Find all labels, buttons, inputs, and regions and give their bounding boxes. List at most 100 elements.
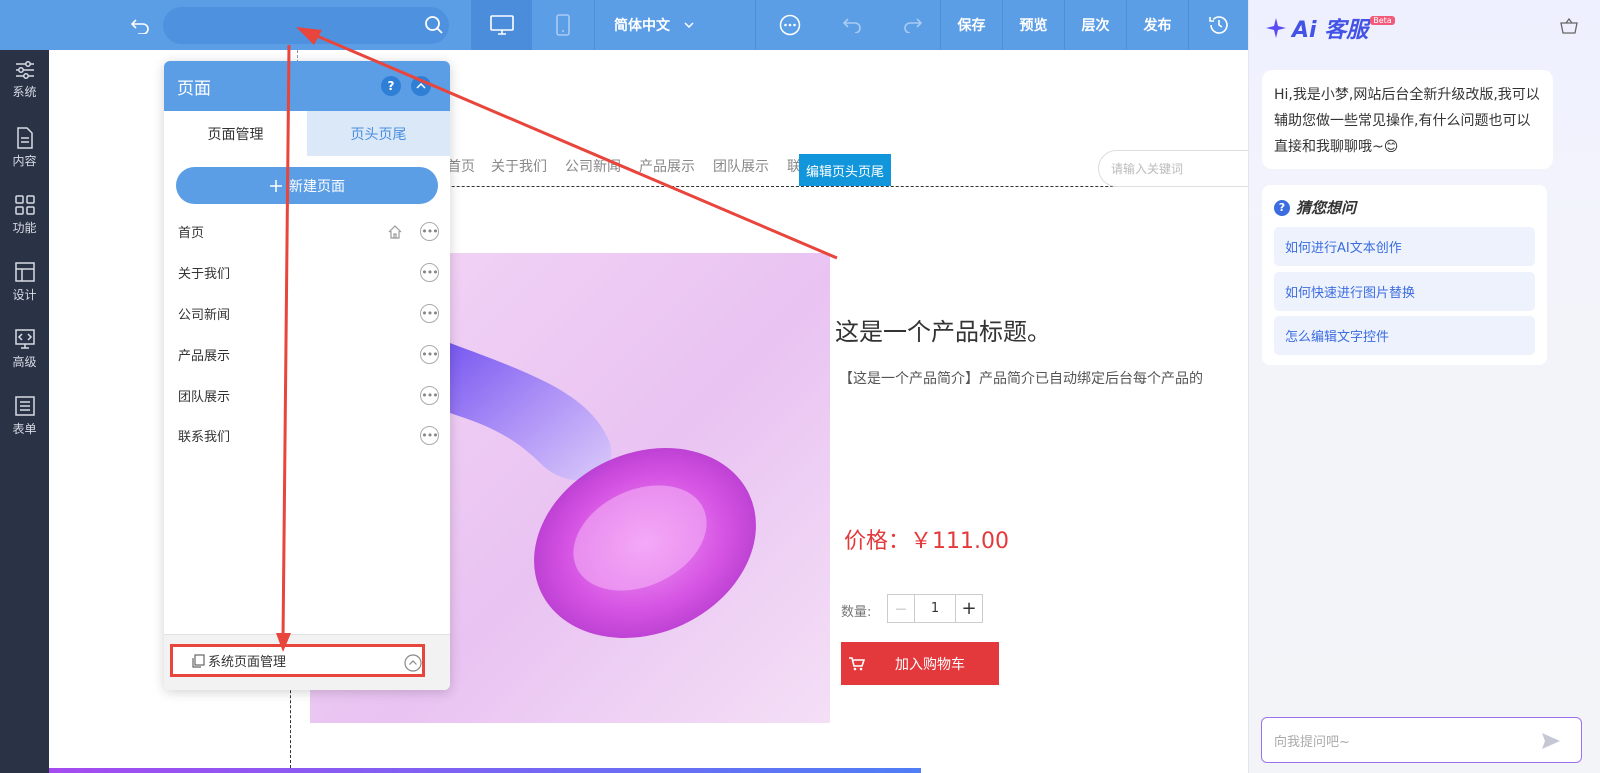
- mobile-view-icon[interactable]: [533, 0, 593, 50]
- more-icon[interactable]: •••: [420, 263, 439, 282]
- site-search-input[interactable]: 请输入关键词: [1098, 150, 1248, 187]
- basket-icon[interactable]: [1560, 18, 1578, 34]
- tab-page-management[interactable]: 页面管理: [164, 111, 307, 156]
- product-title: 这是一个产品标题。: [835, 318, 1051, 346]
- page-panel: 页面 ? 页面管理 页头页尾 新建页面 首页 ••• 关于我们 ••• 公司新闻…: [164, 61, 450, 690]
- sidebar-item-content[interactable]: 内容: [0, 127, 49, 187]
- page-list-item[interactable]: 关于我们 •••: [164, 252, 450, 293]
- quantity-input[interactable]: 1: [915, 595, 955, 622]
- layers-button[interactable]: 层次: [1065, 0, 1126, 50]
- progress-bar: [49, 768, 921, 773]
- sidebar-item-label: 设计: [12, 288, 37, 302]
- more-icon[interactable]: [770, 0, 810, 50]
- site-nav-link[interactable]: 公司新闻: [565, 156, 621, 176]
- page-list-item[interactable]: 首页 •••: [164, 211, 450, 252]
- chat-title: Ai 客服: [1292, 18, 1369, 43]
- quantity-increase-button[interactable]: +: [955, 595, 982, 622]
- product-price: 价格：￥111.00: [844, 529, 1009, 554]
- question-icon: ?: [1274, 199, 1290, 216]
- copy-icon: [192, 653, 205, 668]
- publish-button[interactable]: 发布: [1127, 0, 1188, 50]
- search-input[interactable]: [163, 7, 449, 44]
- sidebar-item-system[interactable]: 系统: [0, 60, 49, 120]
- page-list-item[interactable]: 产品展示 •••: [164, 334, 450, 375]
- suggestion-item[interactable]: 如何快速进行图片替换: [1274, 272, 1535, 311]
- suggestion-card: ? 猜您想问 如何进行AI文本创作 如何快速进行图片替换 怎么编辑文字控件: [1262, 185, 1547, 365]
- help-icon[interactable]: ?: [381, 76, 401, 96]
- system-page-management-label: 系统页面管理: [208, 655, 287, 670]
- plus-icon: [270, 179, 282, 192]
- desktop-view-icon[interactable]: [472, 0, 532, 50]
- undo-icon[interactable]: [832, 0, 872, 50]
- page-list-item[interactable]: 公司新闻 •••: [164, 293, 450, 334]
- preview-button[interactable]: 预览: [1003, 0, 1064, 50]
- more-icon[interactable]: •••: [420, 304, 439, 323]
- history-icon[interactable]: [1189, 0, 1248, 50]
- beta-badge: Beta: [1370, 15, 1395, 25]
- add-to-cart-button[interactable]: 加入购物车: [841, 642, 999, 685]
- chevron-down-icon: [684, 22, 694, 28]
- language-label: 简体中文: [614, 18, 670, 34]
- more-icon[interactable]: •••: [420, 345, 439, 364]
- sidebar-item-function[interactable]: 功能: [0, 194, 49, 254]
- left-sidebar: 系统 内容 功能 设计 高级 表单: [0, 50, 49, 773]
- page-list-item[interactable]: 团队展示 •••: [164, 375, 450, 416]
- layout-icon: [14, 262, 35, 282]
- quantity-decrease-button[interactable]: —: [888, 595, 915, 622]
- sidebar-item-label: 内容: [12, 154, 37, 168]
- more-icon[interactable]: •••: [420, 426, 439, 445]
- collapse-icon[interactable]: [411, 76, 431, 96]
- ai-chat-panel: Ai 客服 Beta Hi,我是小梦,网站后台全新升级改版,我可以辅助您做一些常…: [1248, 0, 1600, 773]
- tab-header-footer[interactable]: 页头页尾: [307, 111, 450, 156]
- suggestion-title: ? 猜您想问: [1274, 197, 1356, 218]
- page-panel-title: 页面: [177, 78, 211, 99]
- page-name: 产品展示: [178, 349, 231, 364]
- cart-icon: [849, 656, 865, 670]
- site-nav-link[interactable]: 产品展示: [639, 156, 695, 176]
- edit-header-footer-button[interactable]: 编辑页头页尾: [799, 154, 891, 186]
- send-icon[interactable]: [1541, 732, 1561, 750]
- language-select[interactable]: 简体中文: [594, 0, 714, 50]
- top-toolbar: 简体中文 保存 预览 层次 发布: [0, 0, 1248, 50]
- sidebar-item-form[interactable]: 表单: [0, 395, 49, 455]
- chevron-up-icon: [404, 654, 422, 672]
- document-icon: [16, 127, 33, 149]
- search-icon[interactable]: [419, 0, 449, 50]
- page-panel-header: 页面: [164, 61, 450, 111]
- more-icon[interactable]: •••: [420, 222, 439, 241]
- sidebar-item-design[interactable]: 设计: [0, 261, 49, 321]
- new-page-button[interactable]: 新建页面: [176, 167, 438, 204]
- grid-icon: [14, 195, 35, 215]
- site-nav-link[interactable]: 关于我们: [491, 156, 547, 176]
- suggestion-title-text: 猜您想问: [1296, 199, 1357, 217]
- sidebar-item-label: 功能: [12, 221, 37, 235]
- chat-header: Ai 客服 Beta: [1264, 11, 1395, 45]
- back-icon[interactable]: [125, 0, 155, 50]
- page-name: 团队展示: [178, 390, 231, 405]
- suggestion-item[interactable]: 如何进行AI文本创作: [1274, 227, 1535, 266]
- sidebar-item-advanced[interactable]: 高级: [0, 328, 49, 388]
- redo-icon[interactable]: [893, 0, 933, 50]
- sidebar-item-label: 系统: [12, 85, 37, 99]
- page-list-item[interactable]: 联系我们 •••: [164, 415, 450, 456]
- code-icon: [14, 329, 35, 349]
- new-page-label: 新建页面: [289, 178, 345, 195]
- page-name: 首页: [178, 226, 205, 241]
- page-name: 联系我们: [178, 430, 231, 445]
- quantity-stepper: — 1 +: [887, 594, 983, 623]
- sparkle-icon: [1266, 18, 1286, 38]
- site-nav-link[interactable]: 首页: [447, 156, 475, 176]
- system-page-management-button[interactable]: 系统页面管理: [170, 644, 425, 677]
- page-name: 关于我们: [178, 267, 231, 282]
- save-button[interactable]: 保存: [941, 0, 1002, 50]
- home-icon: [388, 225, 402, 239]
- suggestion-item[interactable]: 怎么编辑文字控件: [1274, 316, 1535, 355]
- sidebar-item-label: 表单: [12, 422, 37, 436]
- chat-greeting-bubble: Hi,我是小梦,网站后台全新升级改版,我可以辅助您做一些常见操作,有什么问题也可…: [1262, 70, 1553, 169]
- product-intro: 【这是一个产品简介】产品简介已自动绑定后台每个产品的: [839, 371, 1203, 387]
- chat-input[interactable]: 向我提问吧~: [1261, 717, 1582, 763]
- sliders-icon: [15, 61, 34, 79]
- site-nav-link[interactable]: 团队展示: [713, 156, 769, 176]
- more-icon[interactable]: •••: [420, 386, 439, 405]
- page-name: 公司新闻: [178, 308, 231, 323]
